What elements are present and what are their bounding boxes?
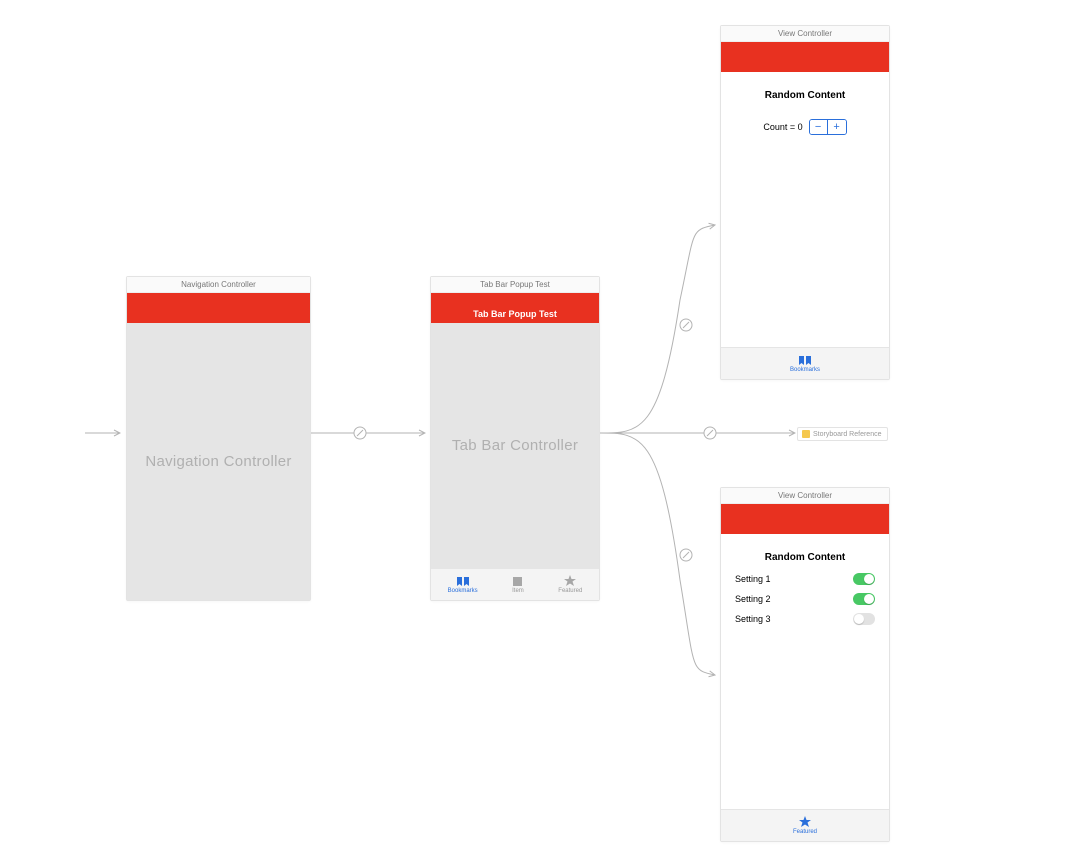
tab-label: Bookmarks (790, 367, 820, 373)
star-icon (798, 816, 812, 828)
setting-row-2: Setting 2 (735, 593, 875, 605)
storyboard-reference[interactable]: Storyboard Reference (797, 427, 888, 441)
segue-badge (354, 427, 366, 439)
scene-tabbar-controller[interactable]: Tab Bar Popup Test Tab Bar Popup Test Ta… (430, 276, 600, 601)
setting-row-1: Setting 1 (735, 573, 875, 585)
storyboard-icon (802, 430, 810, 438)
tab-label: Featured (793, 829, 817, 835)
setting-label: Setting 3 (735, 614, 771, 624)
content-heading: Random Content (721, 72, 889, 101)
scene-view-controller-1[interactable]: View Controller Random Content Count = 0… (720, 25, 890, 380)
setting-label: Setting 1 (735, 574, 771, 584)
star-icon (563, 575, 577, 587)
counter-label: Count = 0 (763, 122, 802, 132)
tab-featured[interactable]: Featured (558, 575, 582, 594)
segue-tabbar-to-vc1 (600, 225, 715, 433)
setting-1-switch[interactable] (853, 573, 875, 585)
scene-title: Navigation Controller (127, 277, 310, 293)
tab-label: Featured (558, 588, 582, 594)
scene-body: Random Content Count = 0 − + (721, 72, 889, 347)
tab-featured[interactable]: Featured (793, 816, 817, 835)
tab-bar: Bookmarks Item Featured (431, 568, 599, 600)
square-icon (511, 575, 525, 587)
tab-bookmarks[interactable]: Bookmarks (790, 354, 820, 373)
storyboard-ref-label: Storyboard Reference (813, 431, 881, 438)
body-label: Navigation Controller (145, 453, 291, 470)
tab-bookmarks[interactable]: Bookmarks (448, 575, 478, 594)
stepper-plus[interactable]: + (828, 120, 846, 134)
scene-title: Tab Bar Popup Test (431, 277, 599, 293)
scene-view-controller-2[interactable]: View Controller Random Content Setting 1… (720, 487, 890, 842)
tab-bar: Bookmarks (721, 347, 889, 379)
scene-body: Tab Bar Controller (431, 323, 599, 568)
content-heading: Random Content (721, 534, 889, 563)
body-label: Tab Bar Controller (452, 437, 578, 454)
nav-bar: Tab Bar Popup Test (431, 293, 599, 323)
segue-tabbar-to-vc2 (600, 433, 715, 675)
nav-bar (721, 42, 889, 72)
scene-navigation-controller[interactable]: Navigation Controller Navigation Control… (126, 276, 311, 601)
scene-title: View Controller (721, 488, 889, 504)
setting-label: Setting 2 (735, 594, 771, 604)
setting-row-3: Setting 3 (735, 613, 875, 625)
setting-3-switch[interactable] (853, 613, 875, 625)
count-stepper[interactable]: − + (809, 119, 847, 135)
scene-body: Random Content Setting 1 Setting 2 Setti… (721, 534, 889, 809)
nav-title: Tab Bar Popup Test (473, 309, 557, 319)
tab-label: Bookmarks (448, 588, 478, 594)
scene-body: Navigation Controller (127, 323, 310, 600)
bookmarks-icon (798, 354, 812, 366)
stepper-minus[interactable]: − (810, 120, 828, 134)
setting-2-switch[interactable] (853, 593, 875, 605)
bookmarks-icon (456, 575, 470, 587)
nav-bar (127, 293, 310, 323)
nav-bar (721, 504, 889, 534)
tab-bar: Featured (721, 809, 889, 841)
scene-title: View Controller (721, 26, 889, 42)
tab-item[interactable]: Item (511, 575, 525, 594)
tab-label: Item (512, 588, 524, 594)
